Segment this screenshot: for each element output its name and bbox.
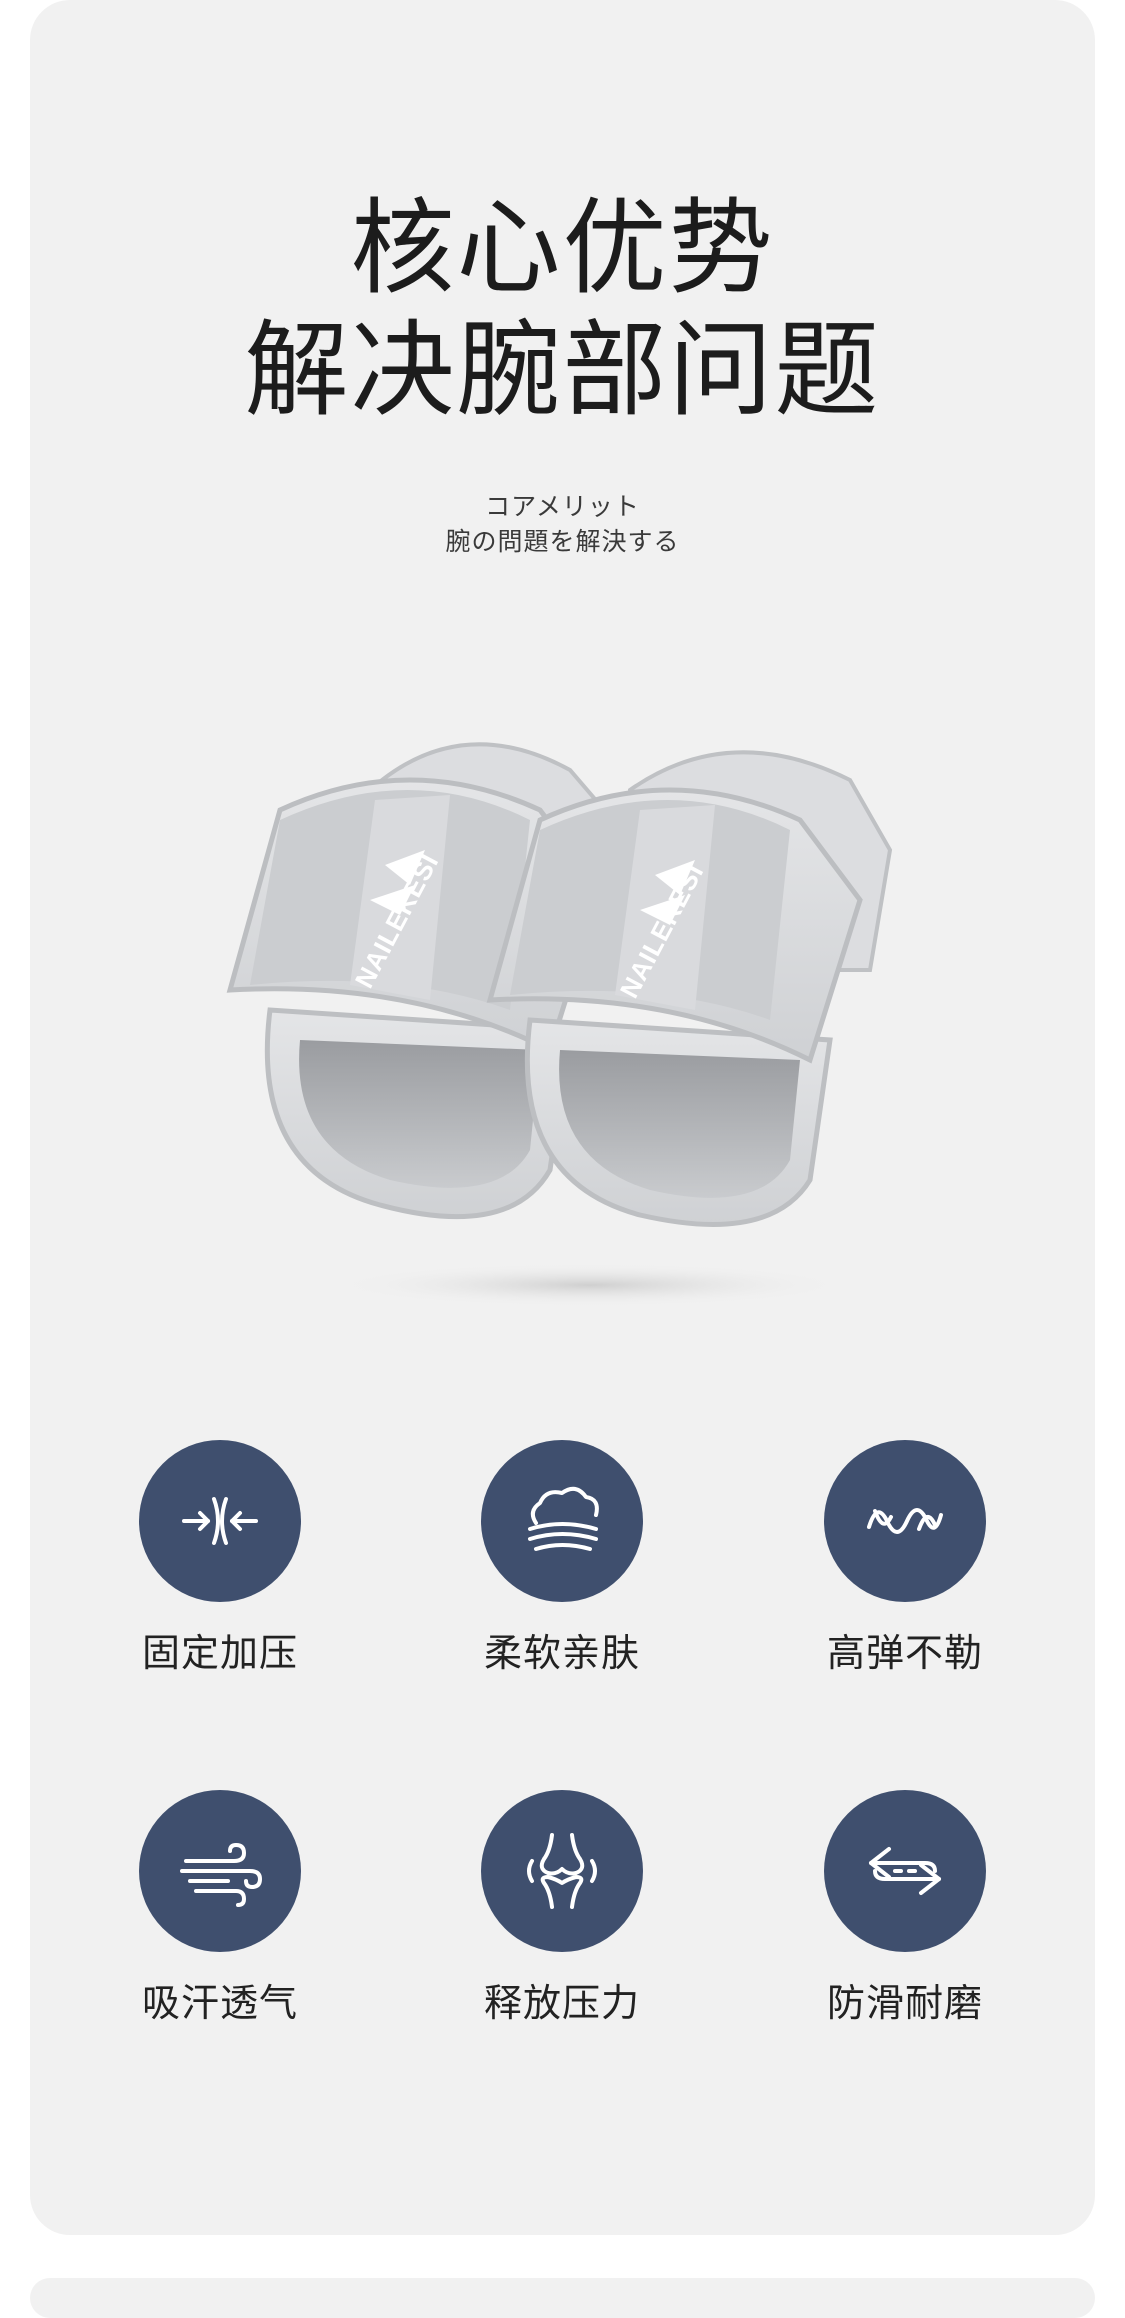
feature-release-pressure: 释放压力 (452, 1790, 672, 2026)
feature-soft-skin-friendly: 柔软亲肤 (452, 1440, 672, 1676)
page-title-line1: 核心优势 (350, 187, 775, 309)
feature-label: 固定加压 (141, 1631, 298, 1675)
feature-label: 吸汗透气 (141, 1981, 298, 2025)
feature-anti-slip: 防滑耐磨 (795, 1790, 1015, 2026)
anti-slip-arrows-icon (824, 1790, 986, 1952)
feature-fixed-compression: 固定加压 (110, 1440, 330, 1676)
subtitle-japanese-line2: 腕の問題を解決する (445, 527, 680, 556)
breathable-wind-icon (139, 1790, 301, 1952)
page-title-line2: 解决腕部问题 (244, 309, 881, 431)
right-wrist-wrap: NAILEKESI (486, 750, 893, 1227)
feature-label: 柔软亲肤 (483, 1631, 640, 1675)
next-section-card-edge (30, 2278, 1095, 2318)
advantages-card: 核心优势 解决腕部问题 コアメリット 腕の問題を解決する NAILEKESI N… (30, 0, 1095, 2235)
elastic-wave-icon (824, 1440, 986, 1602)
wrist-brace-product-image: NAILEKESI NAILEKESI (226, 742, 893, 1307)
feature-breathable: 吸汗透气 (110, 1790, 330, 2026)
soft-cloud-icon (481, 1440, 643, 1602)
joint-relief-icon (481, 1790, 643, 1952)
feature-label: 释放压力 (483, 1981, 640, 2025)
feature-label: 防滑耐磨 (826, 1981, 983, 2025)
compress-arrows-icon (139, 1440, 301, 1602)
subtitle-japanese-line1: コアメリット (485, 492, 640, 521)
feature-high-elasticity: 高弹不勒 (795, 1440, 1015, 1676)
feature-label: 高弹不勒 (826, 1631, 983, 1675)
